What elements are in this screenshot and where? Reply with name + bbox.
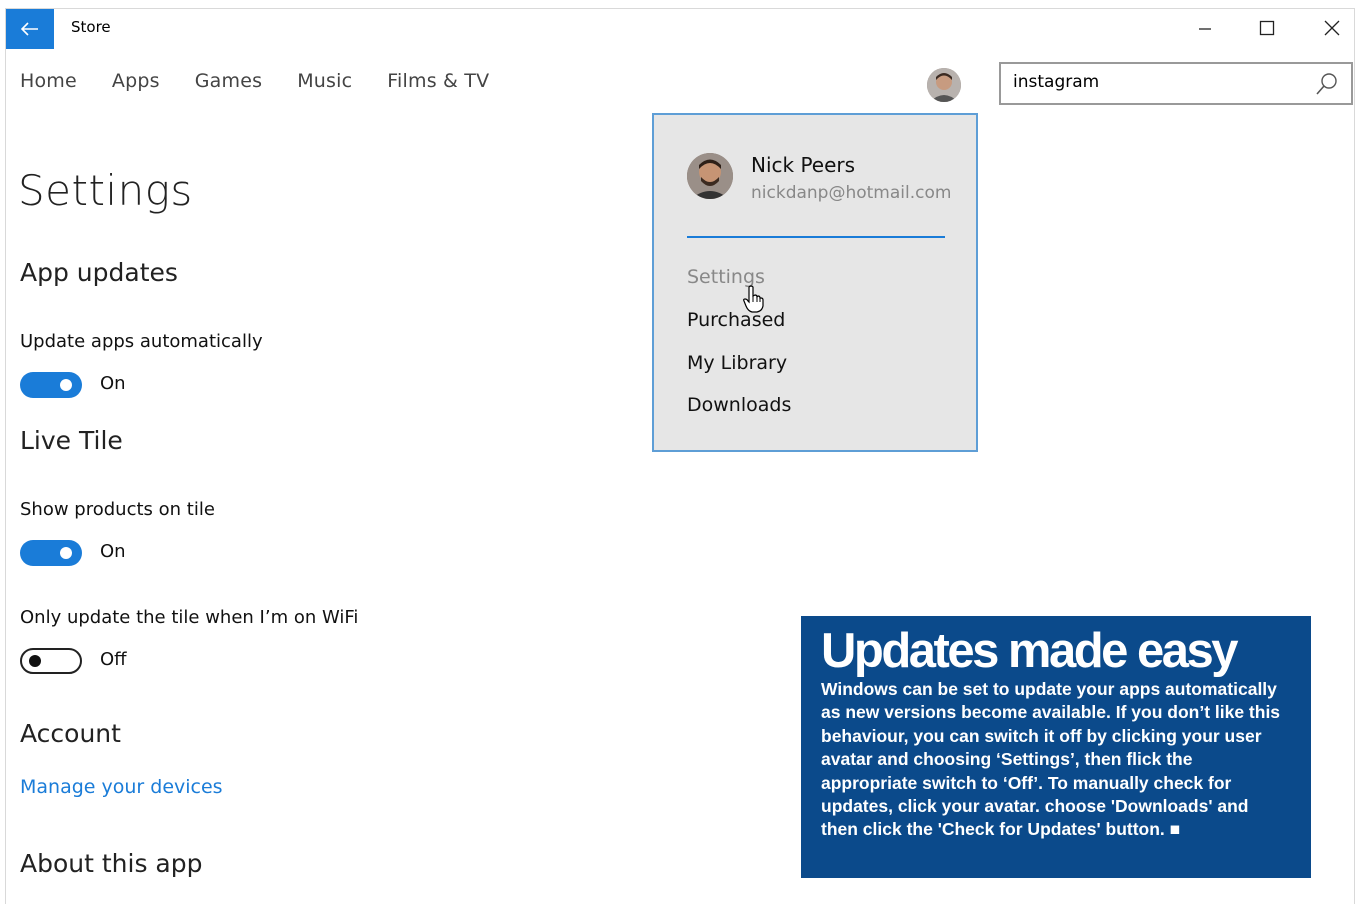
close-icon: [1324, 20, 1340, 36]
account-flyout: Nick Peers nickdanp@hotmail.com Settings…: [652, 113, 978, 452]
nav-apps[interactable]: Apps: [112, 70, 160, 92]
menu-item-downloads[interactable]: Downloads: [687, 394, 791, 416]
search-input[interactable]: [1013, 72, 1303, 92]
menu-item-my-library[interactable]: My Library: [687, 352, 787, 374]
update-apps-label: Update apps automatically: [20, 331, 263, 352]
back-arrow-icon: [21, 22, 38, 36]
maximize-button[interactable]: [1244, 13, 1290, 43]
live-tile-heading: Live Tile: [20, 426, 123, 455]
avatar-photo-icon: [927, 68, 961, 102]
account-heading: Account: [20, 719, 121, 748]
minimize-icon: [1199, 28, 1211, 30]
infobox-title: Updates made easy: [821, 624, 1239, 678]
search-box[interactable]: [999, 62, 1353, 105]
app-title: Store: [71, 18, 111, 36]
close-button[interactable]: [1309, 13, 1355, 43]
avatar-photo-icon: [687, 153, 733, 199]
menu-item-purchased[interactable]: Purchased: [687, 309, 785, 331]
wifi-only-toggle[interactable]: [20, 648, 82, 674]
nav-films-tv[interactable]: Films & TV: [387, 70, 489, 92]
wifi-only-state: Off: [100, 649, 127, 670]
flyout-user-email: nickdanp@hotmail.com: [751, 183, 952, 203]
user-avatar[interactable]: [927, 68, 961, 102]
toggle-knob: [29, 655, 41, 667]
show-products-label: Show products on tile: [20, 499, 215, 520]
nav-music[interactable]: Music: [297, 70, 352, 92]
back-button[interactable]: [6, 9, 54, 49]
flyout-divider: [687, 236, 945, 238]
page-title: Settings: [18, 166, 193, 215]
wifi-only-label: Only update the tile when I’m on WiFi: [20, 607, 359, 628]
hand-cursor-icon: [743, 285, 764, 313]
toggle-knob: [60, 547, 72, 559]
tip-infobox: Updates made easy Windows can be set to …: [801, 616, 1311, 878]
toggle-knob: [60, 379, 72, 391]
search-icon[interactable]: [1315, 72, 1339, 96]
nav-games[interactable]: Games: [195, 70, 262, 92]
app-updates-heading: App updates: [20, 258, 178, 287]
top-nav: Home Apps Games Music Films & TV: [20, 70, 524, 92]
infobox-body: Windows can be set to update your apps a…: [821, 679, 1281, 840]
maximize-icon: [1259, 20, 1275, 36]
minimize-button[interactable]: [1182, 13, 1228, 43]
manage-devices-link[interactable]: Manage your devices: [20, 776, 223, 798]
update-apps-state: On: [100, 373, 126, 394]
show-products-state: On: [100, 541, 126, 562]
flyout-avatar: [687, 153, 733, 199]
update-apps-toggle[interactable]: [20, 372, 82, 398]
show-products-toggle[interactable]: [20, 540, 82, 566]
nav-home[interactable]: Home: [20, 70, 77, 92]
flyout-user-name: Nick Peers: [751, 153, 856, 177]
about-heading: About this app: [20, 849, 203, 878]
